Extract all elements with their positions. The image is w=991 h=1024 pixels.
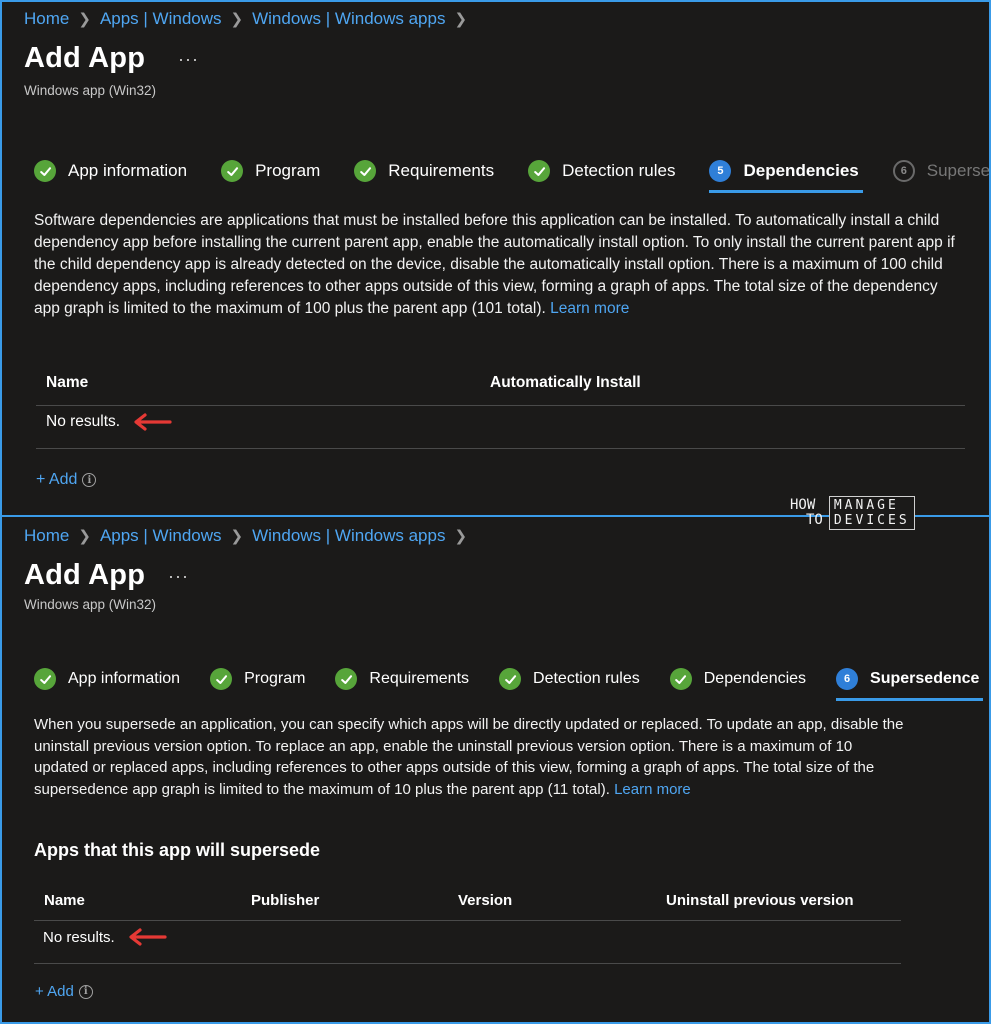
tab-dependencies[interactable]: Dependencies xyxy=(669,668,806,690)
tab-program[interactable]: Program xyxy=(221,160,320,182)
no-results-row: No results. xyxy=(43,928,167,946)
tab-supersedence[interactable]: 6 Supersedence xyxy=(836,668,984,701)
table-divider xyxy=(36,448,965,449)
learn-more-link[interactable]: Learn more xyxy=(614,781,691,798)
tab-requirements[interactable]: Requirements xyxy=(335,668,469,690)
chevron-right-icon: ❯ xyxy=(230,11,244,28)
chevron-right-icon: ❯ xyxy=(454,528,468,545)
breadcrumb: Home ❯ Apps | Windows ❯ Windows | Window… xyxy=(24,526,476,546)
table-divider xyxy=(34,920,901,921)
tab-detection-rules[interactable]: Detection rules xyxy=(499,668,640,690)
howtomanagedevices-logo: HOW TO MANAGE DEVICES xyxy=(790,496,915,530)
checkmark-icon xyxy=(34,160,56,182)
page-subtitle: Windows app (Win32) xyxy=(24,83,157,98)
column-header-version[interactable]: Version xyxy=(458,892,512,909)
tab-supersedence[interactable]: 6 Superse xyxy=(892,160,989,182)
info-icon[interactable]: i xyxy=(82,473,97,487)
step-number-badge: 6 xyxy=(892,160,915,182)
supersedence-panel: Home ❯ Apps | Windows ❯ Windows | Window… xyxy=(0,515,991,1024)
column-header-publisher[interactable]: Publisher xyxy=(251,892,319,909)
step-number-badge: 6 xyxy=(836,668,859,690)
step-number-badge: 5 xyxy=(709,160,732,182)
supersedence-description: When you supersede an application, you c… xyxy=(34,716,904,798)
learn-more-link[interactable]: Learn more xyxy=(550,300,629,317)
tab-detection-rules[interactable]: Detection rules xyxy=(528,160,675,182)
checkmark-icon xyxy=(528,160,551,182)
wizard-steps: App information Program Requirements Det… xyxy=(34,160,989,193)
breadcrumb-home[interactable]: Home xyxy=(24,526,69,546)
breadcrumb-apps-windows[interactable]: Apps | Windows xyxy=(100,526,222,546)
column-header-uninstall-previous-version[interactable]: Uninstall previous version xyxy=(666,892,854,909)
column-header-name[interactable]: Name xyxy=(44,892,85,909)
page-title: Add App xyxy=(24,42,146,74)
checkmark-icon xyxy=(210,668,233,690)
page-title: Add App xyxy=(24,559,146,591)
table-divider xyxy=(34,963,901,964)
section-title: Apps that this app will supersede xyxy=(34,840,321,860)
add-superseded-app-button[interactable]: + Add i xyxy=(35,983,93,1000)
breadcrumb-windows-apps[interactable]: Windows | Windows apps xyxy=(252,9,445,29)
tab-program[interactable]: Program xyxy=(210,668,305,690)
chevron-right-icon: ❯ xyxy=(454,11,468,28)
checkmark-icon xyxy=(499,668,522,690)
checkmark-icon xyxy=(335,668,358,690)
column-header-automatically-install[interactable]: Automatically Install xyxy=(490,374,641,392)
more-options-icon[interactable]: ··· xyxy=(178,49,199,70)
table-divider xyxy=(36,405,965,406)
chevron-right-icon: ❯ xyxy=(230,528,244,545)
wizard-steps: App information Program Requirements Det… xyxy=(34,668,984,701)
info-icon[interactable]: i xyxy=(78,984,93,999)
tab-app-information[interactable]: App information xyxy=(34,160,187,182)
tab-app-information[interactable]: App information xyxy=(34,668,180,690)
breadcrumb-windows-apps[interactable]: Windows | Windows apps xyxy=(252,526,445,546)
breadcrumb-apps-windows[interactable]: Apps | Windows xyxy=(100,9,222,29)
chevron-right-icon: ❯ xyxy=(78,528,91,545)
checkmark-icon xyxy=(34,668,56,690)
column-header-name[interactable]: Name xyxy=(46,374,88,392)
tab-dependencies[interactable]: 5 Dependencies xyxy=(709,160,864,193)
page-subtitle: Windows app (Win32) xyxy=(24,597,157,612)
tab-requirements[interactable]: Requirements xyxy=(354,160,494,182)
breadcrumb-home[interactable]: Home xyxy=(24,9,69,29)
more-options-icon[interactable]: ··· xyxy=(168,566,189,587)
dependencies-description: Software dependencies are applications t… xyxy=(34,212,955,317)
red-arrow-icon xyxy=(134,413,172,431)
no-results-row: No results. xyxy=(46,413,172,431)
breadcrumb: Home ❯ Apps | Windows ❯ Windows | Window… xyxy=(24,9,476,29)
checkmark-icon xyxy=(354,160,377,182)
red-arrow-icon xyxy=(129,928,167,946)
chevron-right-icon: ❯ xyxy=(78,11,91,28)
dependencies-panel: Home ❯ Apps | Windows ❯ Windows | Window… xyxy=(0,0,991,517)
add-dependency-button[interactable]: + Add i xyxy=(36,471,97,489)
checkmark-icon xyxy=(221,160,244,182)
checkmark-icon xyxy=(669,668,692,690)
